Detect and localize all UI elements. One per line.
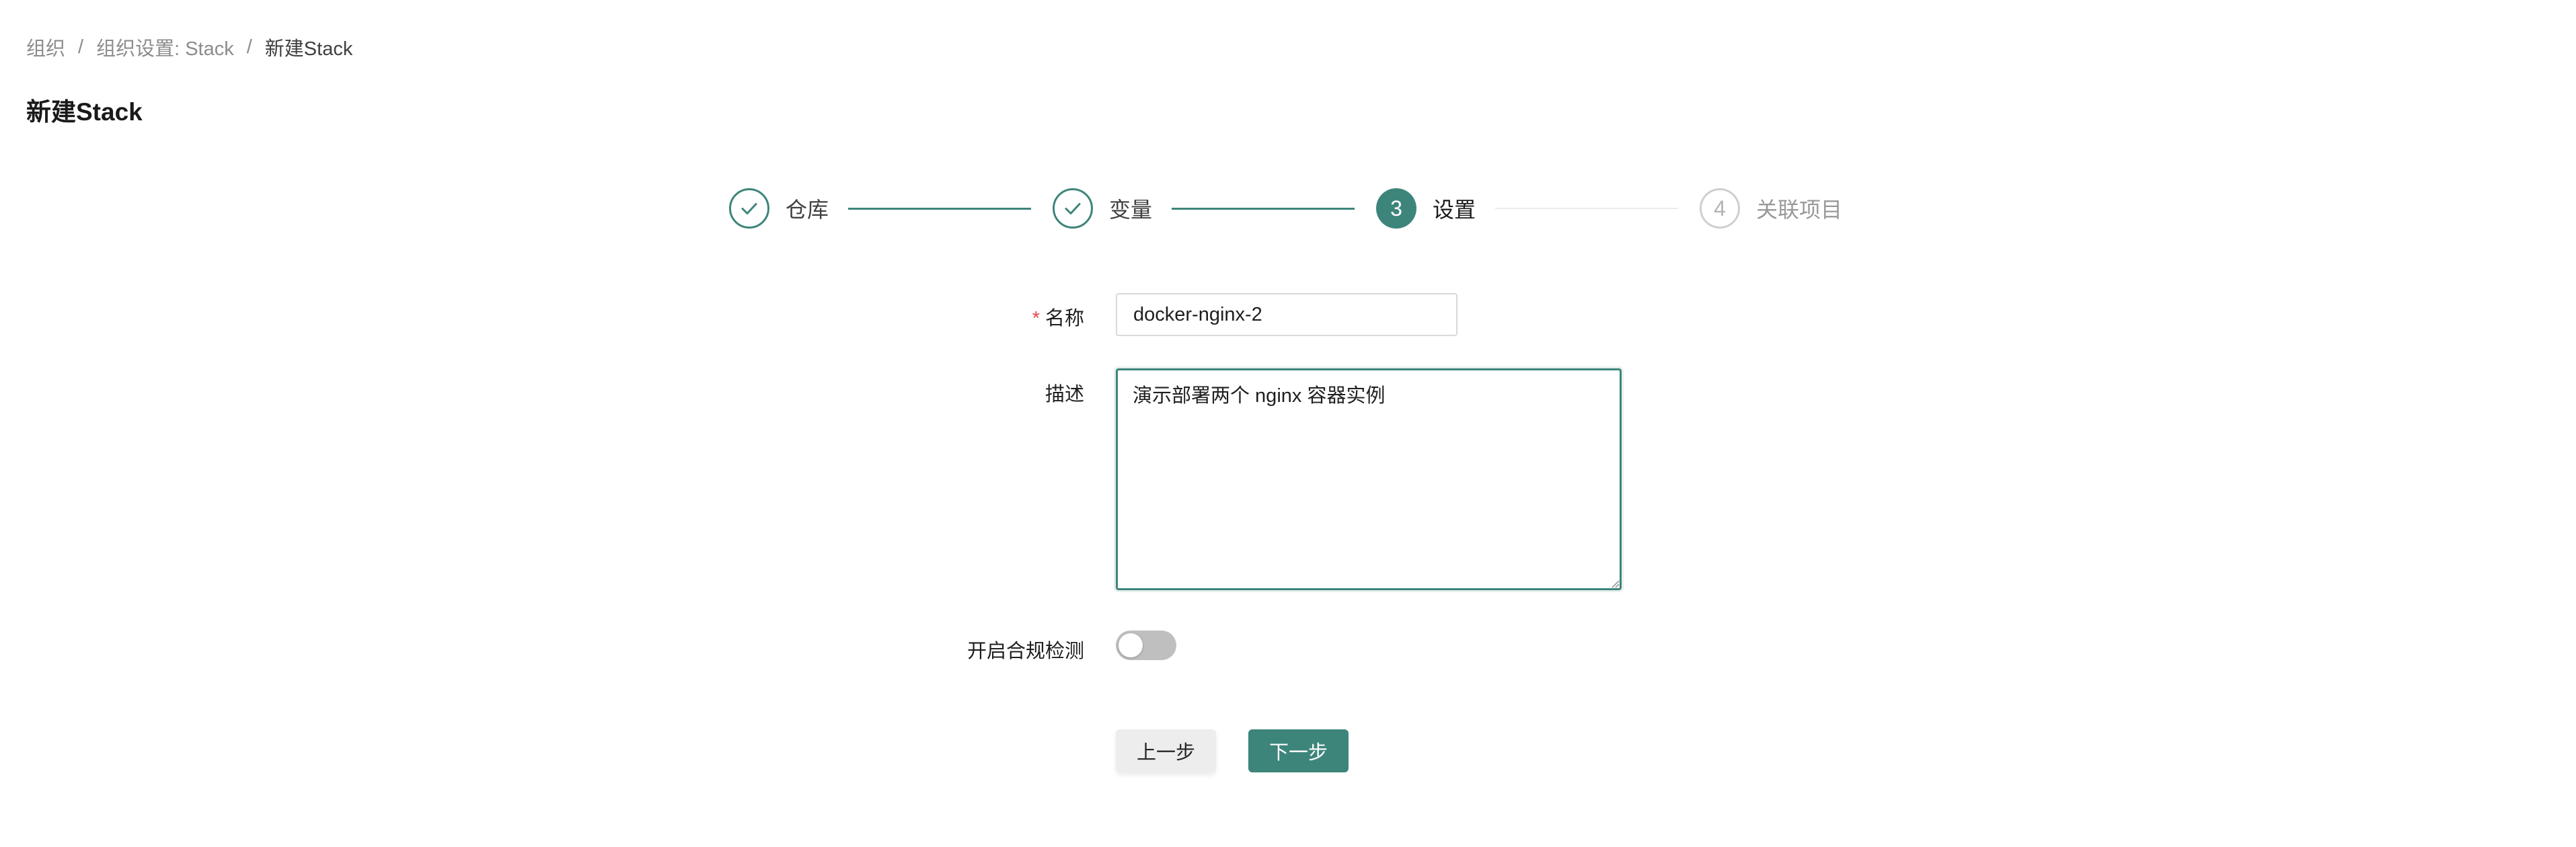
step-connector-done (1172, 208, 1355, 210)
step-connector-pending (1495, 208, 1678, 209)
check-icon (1065, 203, 1081, 214)
step-connector-done (848, 208, 1031, 210)
step-label: 变量 (1109, 198, 1153, 222)
compliance-toggle[interactable] (1116, 631, 1176, 660)
breadcrumb-item-current: 新建Stack (264, 38, 353, 60)
breadcrumb-separator: / (246, 36, 252, 58)
step-label: 设置 (1433, 198, 1476, 222)
step-circle-pending: 4 (1700, 188, 1740, 229)
next-step-button[interactable]: 下一步 (1248, 729, 1349, 772)
prev-step-button[interactable]: 上一步 (1116, 729, 1216, 772)
step-settings[interactable]: 3 设置 (1376, 187, 1476, 230)
breadcrumb-item-org-settings[interactable]: 组织设置: Stack (96, 33, 234, 61)
breadcrumb-separator: / (78, 36, 84, 58)
name-label: * 名称 (1032, 302, 1084, 331)
step-link-projects[interactable]: 4 关联项目 (1700, 187, 1842, 230)
toggle-knob (1119, 633, 1143, 657)
step-number: 4 (1714, 196, 1726, 220)
step-circle-done (729, 188, 769, 229)
step-circle-done (1053, 188, 1093, 229)
breadcrumb-item-org[interactable]: 组织 (26, 33, 65, 61)
name-label-text: 名称 (1045, 308, 1084, 329)
check-icon (741, 203, 757, 214)
step-number: 3 (1390, 196, 1402, 220)
new-stack-page: 组织 / 组织设置: Stack / 新建Stack 新建Stack 仓库 变量… (0, 0, 2576, 847)
step-variables[interactable]: 变量 (1053, 187, 1152, 230)
resize-grip-icon[interactable] (1610, 579, 1620, 588)
step-label: 关联项目 (1756, 198, 1843, 222)
step-circle-active: 3 (1376, 188, 1416, 229)
breadcrumb: 组织 / 组织设置: Stack / 新建Stack (26, 34, 352, 61)
required-mark: * (1032, 308, 1040, 329)
step-label: 仓库 (786, 198, 829, 222)
description-textarea[interactable]: 演示部署两个 nginx 容器实例 (1116, 368, 1622, 590)
step-repository[interactable]: 仓库 (729, 187, 829, 230)
description-label: 描述 (1045, 384, 1084, 405)
compliance-label: 开启合规检测 (967, 641, 1084, 662)
name-input[interactable] (1116, 293, 1457, 336)
page-title: 新建Stack (26, 98, 143, 126)
